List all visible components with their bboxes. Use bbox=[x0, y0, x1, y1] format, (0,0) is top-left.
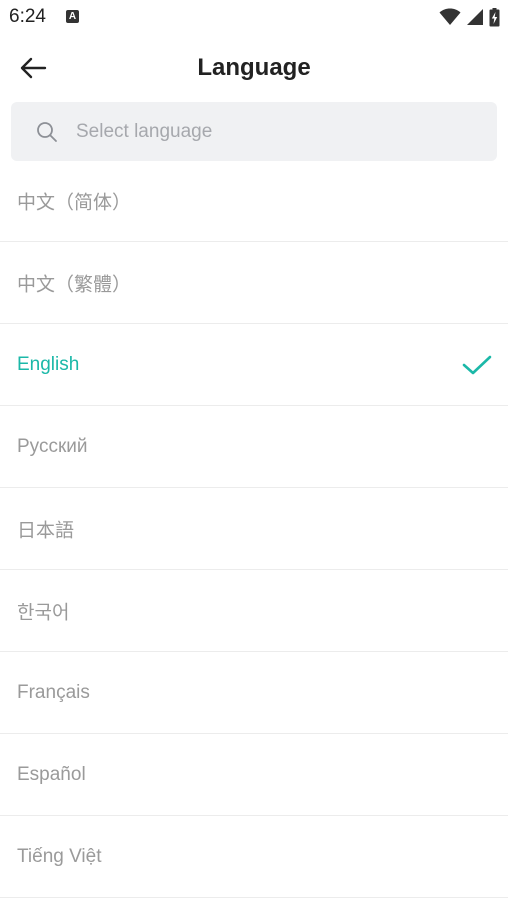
language-item-korean[interactable]: 한국어 bbox=[0, 570, 508, 652]
page-title: Language bbox=[197, 54, 311, 81]
language-item-japanese[interactable]: 日本語 bbox=[0, 488, 508, 570]
language-list: 中文（简体） 中文（繁體） English Русский 日本語 한국어 Fr… bbox=[0, 161, 508, 898]
language-item-vietnamese[interactable]: Tiếng Việt bbox=[0, 816, 508, 898]
search-icon bbox=[37, 122, 57, 142]
language-label: 中文（繁體） bbox=[17, 274, 132, 295]
language-item-zh-hant[interactable]: 中文（繁體） bbox=[0, 242, 508, 324]
status-time: 6:24 bbox=[9, 6, 46, 27]
language-label: Русский bbox=[17, 435, 88, 457]
language-label: 日本語 bbox=[17, 520, 75, 541]
status-bar: 6:24 A bbox=[0, 0, 508, 34]
a-icon: A bbox=[66, 10, 79, 23]
language-item-french[interactable]: Français bbox=[0, 652, 508, 734]
language-label: Tiếng Việt bbox=[17, 845, 102, 867]
language-item-spanish[interactable]: Español bbox=[0, 734, 508, 816]
search-box[interactable] bbox=[11, 102, 497, 161]
check-icon bbox=[462, 355, 492, 374]
search-input[interactable] bbox=[76, 102, 476, 161]
language-screen: 6:24 A Language Select language 中文（简体） 中… bbox=[0, 0, 508, 903]
language-label: English bbox=[17, 353, 80, 375]
language-item-zh-hans[interactable]: 中文（简体） bbox=[0, 161, 508, 242]
language-item-english[interactable]: English bbox=[0, 324, 508, 406]
language-label: Español bbox=[17, 763, 86, 785]
language-item-russian[interactable]: Русский bbox=[0, 406, 508, 488]
battery-charging-icon bbox=[489, 7, 500, 26]
wifi-icon bbox=[439, 8, 461, 25]
status-icons bbox=[439, 6, 500, 28]
signal-icon bbox=[467, 9, 483, 25]
language-label: 한국어 bbox=[17, 602, 70, 623]
app-header: Language bbox=[0, 34, 508, 100]
language-label: 中文（简体） bbox=[17, 192, 132, 214]
language-label: Français bbox=[17, 681, 90, 703]
